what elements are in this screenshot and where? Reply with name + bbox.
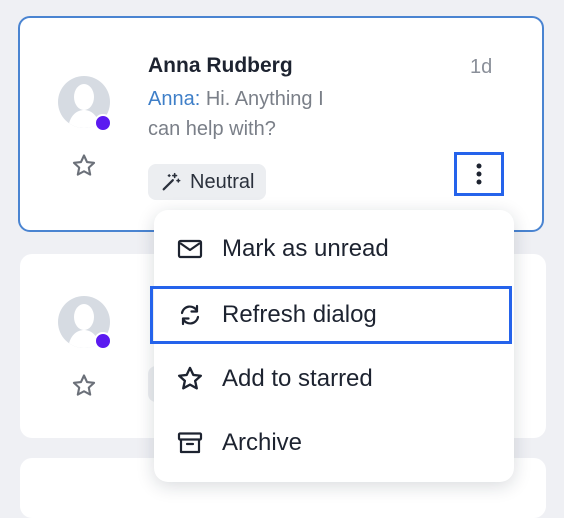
menu-item-label: Add to starred xyxy=(222,365,373,392)
menu-item-label: Mark as unread xyxy=(222,235,389,262)
message-text-line2: can help with? xyxy=(148,118,276,140)
sentiment-tag[interactable]: Neutral xyxy=(148,164,267,200)
online-status-dot xyxy=(94,332,112,350)
timestamp: 1d xyxy=(470,56,493,78)
message-text-line1: Hi. Anything I xyxy=(200,88,324,110)
refresh-icon xyxy=(176,301,204,329)
menu-item-label: Archive xyxy=(222,429,303,456)
message-preview: Anna: Hi. Anything I can help with? xyxy=(148,84,324,144)
message-sender: Anna: xyxy=(148,88,201,110)
menu-item-mark-unread[interactable]: Mark as unread xyxy=(154,220,514,278)
menu-item-label: Refresh dialog xyxy=(222,301,377,328)
archive-icon xyxy=(176,429,204,457)
star-icon xyxy=(176,365,204,393)
envelope-icon xyxy=(176,235,204,263)
more-vertical-icon xyxy=(476,163,482,185)
magic-wand-icon xyxy=(162,172,181,191)
conversation-context-menu: Mark as unread Refresh dialog Add to sta… xyxy=(150,210,514,482)
star-icon[interactable] xyxy=(70,152,98,180)
star-icon[interactable] xyxy=(70,372,98,400)
sentiment-tag-label: Neutral xyxy=(190,170,255,193)
conversation-card[interactable]: Anna Rudberg 1d Anna: Hi. Anything I can… xyxy=(18,16,544,232)
menu-item-add-starred[interactable]: Add to starred xyxy=(154,350,514,408)
online-status-dot xyxy=(94,114,112,132)
menu-item-archive[interactable]: Archive xyxy=(154,414,514,472)
more-options-button[interactable] xyxy=(454,152,504,196)
contact-name: Anna Rudberg xyxy=(148,54,293,77)
menu-item-refresh-dialog[interactable]: Refresh dialog xyxy=(150,286,512,344)
